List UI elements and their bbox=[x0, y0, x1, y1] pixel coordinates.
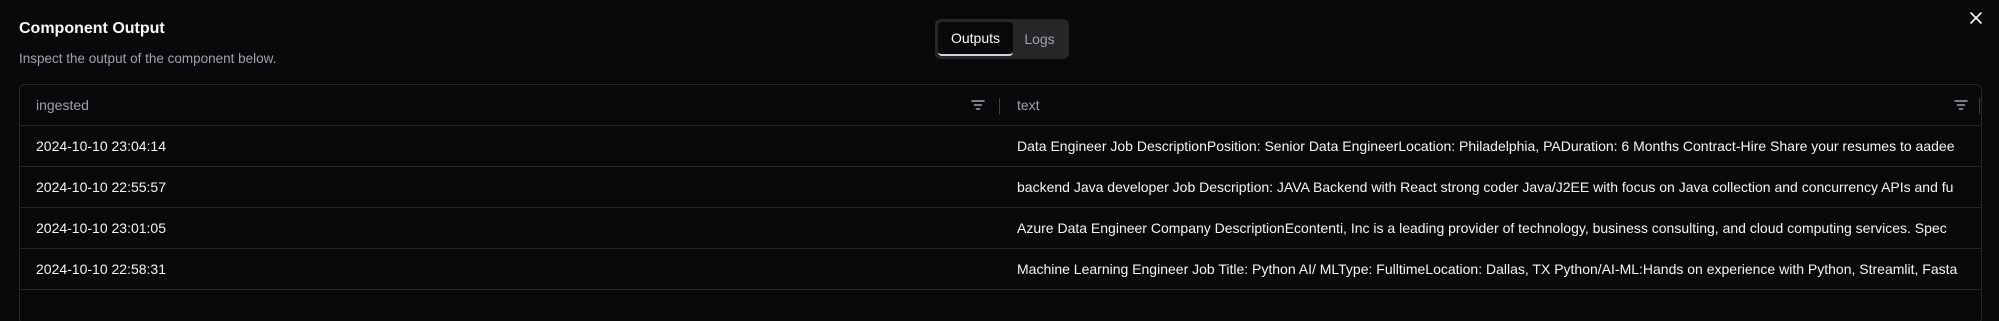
close-icon[interactable] bbox=[1966, 8, 1986, 28]
table-row[interactable]: 2024-10-10 23:01:05 Azure Data Engineer … bbox=[20, 208, 1981, 249]
tab-logs[interactable]: Logs bbox=[1013, 22, 1066, 56]
table-row[interactable]: 2024-10-10 22:55:57 backend Java develop… bbox=[20, 167, 1981, 208]
output-tabs: Outputs Logs bbox=[935, 19, 1069, 59]
column-header-text[interactable]: text bbox=[1017, 85, 1040, 125]
cell-text: Azure Data Engineer Company DescriptionE… bbox=[1017, 220, 1947, 236]
dialog-subtitle: Inspect the output of the component belo… bbox=[19, 51, 277, 66]
component-output-dialog: Component Output Inspect the output of t… bbox=[0, 0, 1999, 321]
tab-outputs[interactable]: Outputs bbox=[938, 22, 1013, 56]
cell-text: backend Java developer Job Description: … bbox=[1017, 179, 1954, 195]
table-row[interactable]: 2024-10-10 22:58:31 Machine Learning Eng… bbox=[20, 249, 1981, 290]
table-header: ingested text bbox=[20, 85, 1981, 126]
output-table: ingested text 2024-10-10 23:04:14 Data E… bbox=[19, 84, 1982, 321]
cell-ingested: 2024-10-10 22:58:31 bbox=[36, 261, 166, 277]
filter-icon[interactable] bbox=[970, 97, 986, 113]
column-header-ingested[interactable]: ingested bbox=[36, 85, 89, 125]
table-row[interactable]: 2024-10-10 23:04:14 Data Engineer Job De… bbox=[20, 126, 1981, 167]
cell-text: Data Engineer Job DescriptionPosition: S… bbox=[1017, 138, 1955, 154]
filter-icon[interactable] bbox=[1953, 97, 1969, 113]
cell-text: Machine Learning Engineer Job Title: Pyt… bbox=[1017, 261, 1958, 277]
cell-ingested: 2024-10-10 23:01:05 bbox=[36, 220, 166, 236]
cell-ingested: 2024-10-10 22:55:57 bbox=[36, 179, 166, 195]
cell-ingested: 2024-10-10 23:04:14 bbox=[36, 138, 166, 154]
dialog-title: Component Output bbox=[19, 20, 165, 37]
column-resize-handle[interactable] bbox=[1979, 98, 1980, 114]
column-resize-handle[interactable] bbox=[999, 98, 1000, 114]
